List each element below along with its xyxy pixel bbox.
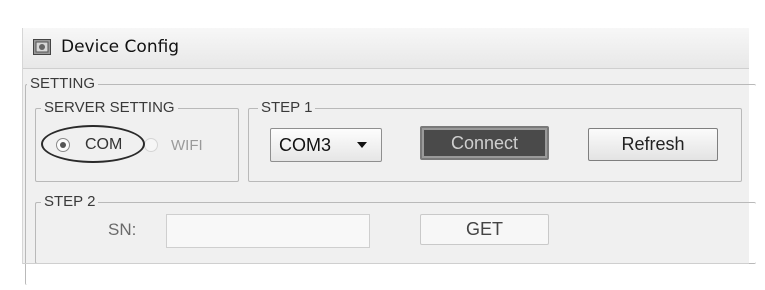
com-port-select[interactable]: COM3 [270, 128, 382, 162]
get-button[interactable]: GET [420, 214, 549, 245]
step2-group [35, 202, 756, 264]
wifi-radio[interactable] [144, 138, 158, 152]
window-bottom-edge [23, 263, 749, 264]
title-bar: Device Config [23, 28, 749, 69]
highlight-oval [41, 125, 145, 163]
chevron-down-icon [357, 142, 367, 148]
connect-button[interactable]: Connect [420, 126, 549, 160]
wifi-radio-label[interactable]: WIFI [171, 137, 203, 154]
refresh-button[interactable]: Refresh [588, 128, 718, 161]
setting-legend: SETTING [27, 76, 99, 92]
settings-icon [33, 39, 51, 55]
window-title: Device Config [61, 37, 180, 57]
sn-input[interactable] [166, 214, 370, 248]
step1-legend: STEP 1 [258, 100, 316, 116]
device-config-window: Device Config SETTING SERVER SETTING COM… [22, 28, 756, 285]
com-port-value: COM3 [279, 135, 332, 155]
step2-legend: STEP 2 [41, 194, 99, 210]
sn-label: SN: [108, 220, 137, 239]
server-setting-legend: SERVER SETTING [41, 100, 178, 116]
